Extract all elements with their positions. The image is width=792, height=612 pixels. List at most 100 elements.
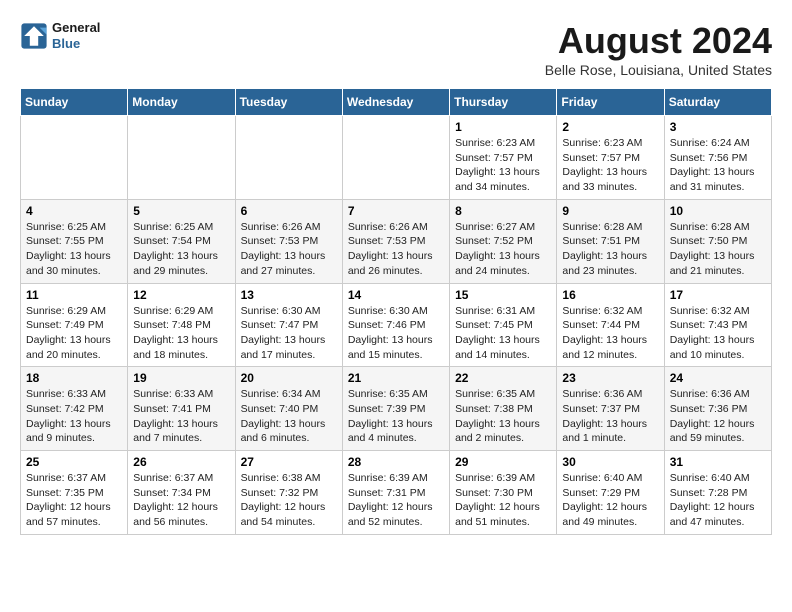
calendar-cell: 16 Sunrise: 6:32 AM Sunset: 7:44 PM Dayli… (557, 283, 664, 367)
day-info: Sunrise: 6:39 AM Sunset: 7:30 PM Dayligh… (455, 471, 551, 530)
day-info: Sunrise: 6:32 AM Sunset: 7:44 PM Dayligh… (562, 304, 658, 363)
calendar-cell: 20 Sunrise: 6:34 AM Sunset: 7:40 PM Dayli… (235, 367, 342, 451)
calendar-cell: 10 Sunrise: 6:28 AM Sunset: 7:50 PM Dayli… (664, 199, 771, 283)
day-info: Sunrise: 6:36 AM Sunset: 7:37 PM Dayligh… (562, 387, 658, 446)
page-header: General Blue August 2024 Belle Rose, Lou… (20, 20, 772, 78)
calendar-cell: 3 Sunrise: 6:24 AM Sunset: 7:56 PM Daylig… (664, 116, 771, 200)
day-number: 27 (241, 455, 337, 469)
day-number: 29 (455, 455, 551, 469)
day-number: 24 (670, 371, 766, 385)
day-number: 7 (348, 204, 444, 218)
month-title: August 2024 (545, 20, 772, 62)
calendar-cell: 29 Sunrise: 6:39 AM Sunset: 7:30 PM Dayli… (450, 451, 557, 535)
calendar-cell: 21 Sunrise: 6:35 AM Sunset: 7:39 PM Dayli… (342, 367, 449, 451)
day-number: 30 (562, 455, 658, 469)
calendar: SundayMondayTuesdayWednesdayThursdayFrid… (20, 88, 772, 535)
day-number: 26 (133, 455, 229, 469)
day-info: Sunrise: 6:26 AM Sunset: 7:53 PM Dayligh… (241, 220, 337, 279)
day-info: Sunrise: 6:35 AM Sunset: 7:39 PM Dayligh… (348, 387, 444, 446)
calendar-cell: 14 Sunrise: 6:30 AM Sunset: 7:46 PM Dayli… (342, 283, 449, 367)
calendar-cell: 17 Sunrise: 6:32 AM Sunset: 7:43 PM Dayli… (664, 283, 771, 367)
day-number: 1 (455, 120, 551, 134)
day-header: Wednesday (342, 89, 449, 116)
logo: General Blue (20, 20, 100, 51)
calendar-week-row: 4Sunrise: 6:25 AM Sunset: 7:55 PM Daylig… (21, 199, 772, 283)
day-number: 21 (348, 371, 444, 385)
calendar-cell: 28 Sunrise: 6:39 AM Sunset: 7:31 PM Dayli… (342, 451, 449, 535)
day-number: 4 (26, 204, 122, 218)
day-info: Sunrise: 6:25 AM Sunset: 7:54 PM Dayligh… (133, 220, 229, 279)
day-info: Sunrise: 6:29 AM Sunset: 7:49 PM Dayligh… (26, 304, 122, 363)
title-area: August 2024 Belle Rose, Louisiana, Unite… (545, 20, 772, 78)
calendar-cell (235, 116, 342, 200)
day-number: 10 (670, 204, 766, 218)
day-number: 14 (348, 288, 444, 302)
day-info: Sunrise: 6:33 AM Sunset: 7:42 PM Dayligh… (26, 387, 122, 446)
day-number: 20 (241, 371, 337, 385)
day-info: Sunrise: 6:23 AM Sunset: 7:57 PM Dayligh… (455, 136, 551, 195)
calendar-cell: 18 Sunrise: 6:33 AM Sunset: 7:42 PM Dayli… (21, 367, 128, 451)
day-number: 31 (670, 455, 766, 469)
calendar-cell: 8Sunrise: 6:27 AM Sunset: 7:52 PM Daylig… (450, 199, 557, 283)
day-info: Sunrise: 6:31 AM Sunset: 7:45 PM Dayligh… (455, 304, 551, 363)
day-number: 2 (562, 120, 658, 134)
calendar-cell (21, 116, 128, 200)
calendar-cell: 30Sunrise: 6:40 AM Sunset: 7:29 PM Dayli… (557, 451, 664, 535)
day-header: Sunday (21, 89, 128, 116)
day-info: Sunrise: 6:24 AM Sunset: 7:56 PM Dayligh… (670, 136, 766, 195)
calendar-week-row: 18 Sunrise: 6:33 AM Sunset: 7:42 PM Dayli… (21, 367, 772, 451)
calendar-cell: 6 Sunrise: 6:26 AM Sunset: 7:53 PM Daylig… (235, 199, 342, 283)
day-number: 11 (26, 288, 122, 302)
calendar-cell: 31 Sunrise: 6:40 AM Sunset: 7:28 PM Dayli… (664, 451, 771, 535)
day-info: Sunrise: 6:26 AM Sunset: 7:53 PM Dayligh… (348, 220, 444, 279)
calendar-cell: 1 Sunrise: 6:23 AM Sunset: 7:57 PM Daylig… (450, 116, 557, 200)
calendar-cell: 25Sunrise: 6:37 AM Sunset: 7:35 PM Dayli… (21, 451, 128, 535)
calendar-cell: 5 Sunrise: 6:25 AM Sunset: 7:54 PM Daylig… (128, 199, 235, 283)
day-number: 6 (241, 204, 337, 218)
calendar-cell: 23 Sunrise: 6:36 AM Sunset: 7:37 PM Dayli… (557, 367, 664, 451)
calendar-cell: 4Sunrise: 6:25 AM Sunset: 7:55 PM Daylig… (21, 199, 128, 283)
day-info: Sunrise: 6:39 AM Sunset: 7:31 PM Dayligh… (348, 471, 444, 530)
day-header: Monday (128, 89, 235, 116)
logo-text: General Blue (52, 20, 100, 51)
day-info: Sunrise: 6:38 AM Sunset: 7:32 PM Dayligh… (241, 471, 337, 530)
calendar-cell (128, 116, 235, 200)
calendar-week-row: 25Sunrise: 6:37 AM Sunset: 7:35 PM Dayli… (21, 451, 772, 535)
calendar-cell: 9Sunrise: 6:28 AM Sunset: 7:51 PM Daylig… (557, 199, 664, 283)
day-number: 15 (455, 288, 551, 302)
day-number: 3 (670, 120, 766, 134)
day-info: Sunrise: 6:37 AM Sunset: 7:35 PM Dayligh… (26, 471, 122, 530)
logo-line1: General (52, 20, 100, 36)
calendar-cell: 12Sunrise: 6:29 AM Sunset: 7:48 PM Dayli… (128, 283, 235, 367)
day-info: Sunrise: 6:32 AM Sunset: 7:43 PM Dayligh… (670, 304, 766, 363)
day-info: Sunrise: 6:36 AM Sunset: 7:36 PM Dayligh… (670, 387, 766, 446)
location: Belle Rose, Louisiana, United States (545, 62, 772, 78)
day-number: 16 (562, 288, 658, 302)
calendar-week-row: 11 Sunrise: 6:29 AM Sunset: 7:49 PM Dayli… (21, 283, 772, 367)
calendar-cell: 7 Sunrise: 6:26 AM Sunset: 7:53 PM Daylig… (342, 199, 449, 283)
day-info: Sunrise: 6:37 AM Sunset: 7:34 PM Dayligh… (133, 471, 229, 530)
logo-line2: Blue (52, 36, 100, 52)
calendar-cell: 2Sunrise: 6:23 AM Sunset: 7:57 PM Daylig… (557, 116, 664, 200)
calendar-cell: 15 Sunrise: 6:31 AM Sunset: 7:45 PM Dayli… (450, 283, 557, 367)
calendar-cell: 19Sunrise: 6:33 AM Sunset: 7:41 PM Dayli… (128, 367, 235, 451)
day-number: 22 (455, 371, 551, 385)
calendar-week-row: 1 Sunrise: 6:23 AM Sunset: 7:57 PM Daylig… (21, 116, 772, 200)
day-number: 13 (241, 288, 337, 302)
logo-icon (20, 22, 48, 50)
day-info: Sunrise: 6:29 AM Sunset: 7:48 PM Dayligh… (133, 304, 229, 363)
day-number: 23 (562, 371, 658, 385)
day-number: 5 (133, 204, 229, 218)
day-info: Sunrise: 6:30 AM Sunset: 7:46 PM Dayligh… (348, 304, 444, 363)
calendar-cell: 27 Sunrise: 6:38 AM Sunset: 7:32 PM Dayli… (235, 451, 342, 535)
calendar-cell (342, 116, 449, 200)
day-number: 17 (670, 288, 766, 302)
day-number: 18 (26, 371, 122, 385)
day-header: Saturday (664, 89, 771, 116)
day-info: Sunrise: 6:34 AM Sunset: 7:40 PM Dayligh… (241, 387, 337, 446)
day-number: 28 (348, 455, 444, 469)
calendar-cell: 26 Sunrise: 6:37 AM Sunset: 7:34 PM Dayli… (128, 451, 235, 535)
day-info: Sunrise: 6:28 AM Sunset: 7:50 PM Dayligh… (670, 220, 766, 279)
day-number: 9 (562, 204, 658, 218)
day-info: Sunrise: 6:40 AM Sunset: 7:28 PM Dayligh… (670, 471, 766, 530)
